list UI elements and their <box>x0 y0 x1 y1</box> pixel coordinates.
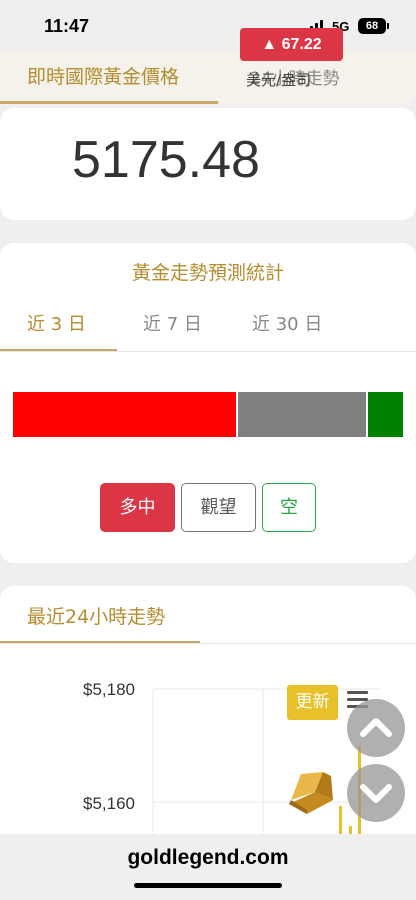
scroll-down-button[interactable] <box>347 764 405 822</box>
site-url[interactable]: goldlegend.com <box>0 846 416 870</box>
tab-30-days[interactable]: 近 30 日 <box>252 310 322 336</box>
watch-button[interactable]: 觀望 <box>181 483 256 532</box>
bear-bar <box>368 392 403 437</box>
neutral-bar <box>238 392 366 437</box>
status-bar: 11:47 5G 68 <box>0 0 416 50</box>
price-unit: 美元/盎司 <box>246 71 312 89</box>
update-button[interactable]: 更新 <box>287 685 338 720</box>
y-tick-label: $5,160 <box>83 794 135 813</box>
chevron-down-icon <box>360 784 392 803</box>
chevron-up-icon <box>360 718 392 737</box>
top-tabs: 即時國際黃金價格 24小時走勢 <box>0 50 416 104</box>
status-time: 11:47 <box>44 16 90 36</box>
bull-bar <box>13 392 236 437</box>
price-card: 5175.48 <box>0 108 416 220</box>
gold-price: 5175.48 <box>72 131 260 189</box>
divider <box>0 643 416 644</box>
bear-button[interactable]: 空 <box>262 483 316 532</box>
tab-realtime-price[interactable]: 即時國際黃金價格 <box>27 62 179 89</box>
trend-title: 最近24小時走勢 <box>27 606 166 628</box>
footer: goldlegend.com <box>0 834 416 900</box>
home-indicator[interactable] <box>134 883 282 888</box>
tab-3-days[interactable]: 近 3 日 <box>27 310 86 336</box>
scroll-up-button[interactable] <box>347 699 405 757</box>
y-tick-label: $5,180 <box>83 680 135 699</box>
divider <box>0 351 416 352</box>
forecast-card: 黃金走勢預測統計 近 3 日 近 7 日 近 30 日 多中 觀望 空 <box>0 243 416 563</box>
battery-icon: 68 <box>358 18 389 34</box>
active-tab-indicator <box>0 101 218 104</box>
gold-bar-icon[interactable] <box>285 770 337 818</box>
bull-button[interactable]: 多中 <box>100 483 175 532</box>
forecast-title: 黃金走勢預測統計 <box>131 262 284 284</box>
tab-7-days[interactable]: 近 7 日 <box>143 310 202 336</box>
price-change-badge: ▲ 67.22 <box>240 28 343 61</box>
